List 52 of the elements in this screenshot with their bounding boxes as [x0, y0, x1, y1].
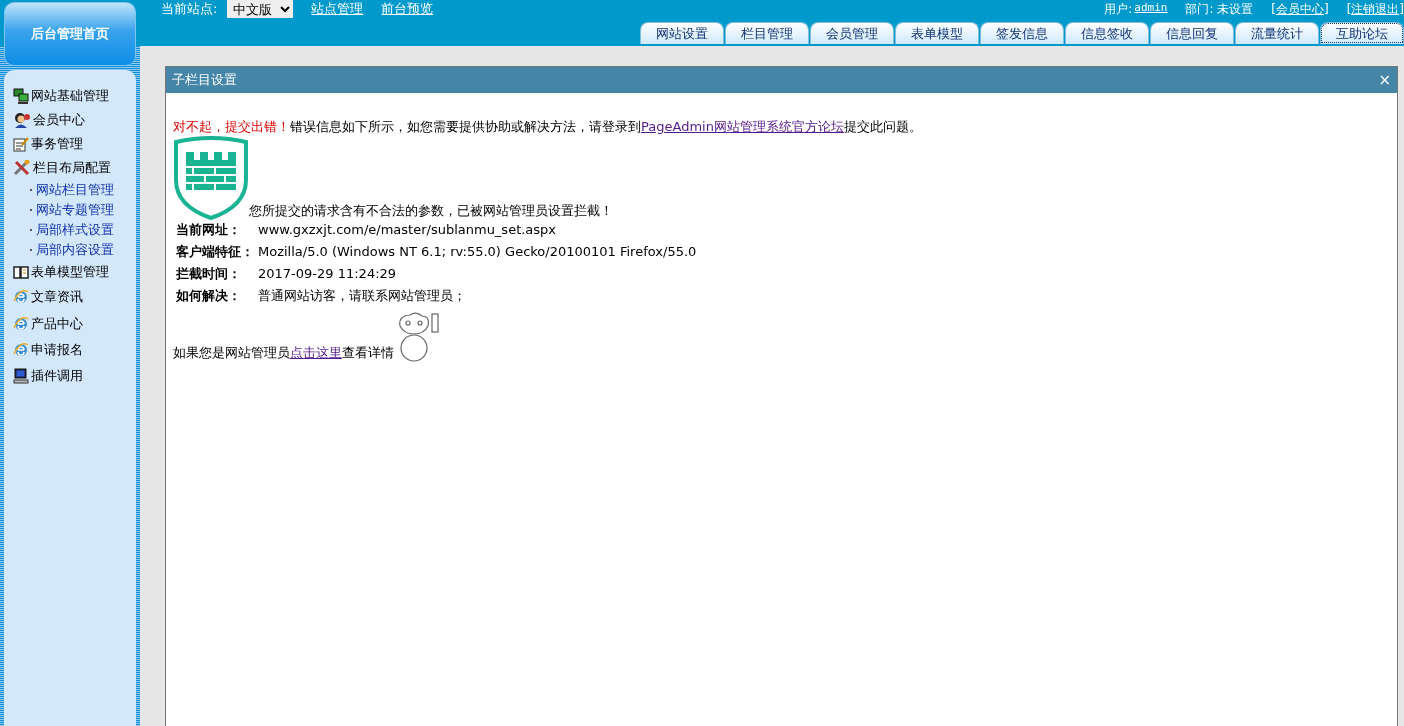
site-label: 当前站点: — [161, 0, 218, 18]
nav-tab[interactable]: 信息回复 — [1150, 22, 1234, 44]
sidebar-subitem[interactable]: 局部内容设置 — [36, 240, 114, 260]
sidebar-subitem[interactable]: 局部样式设置 — [36, 220, 114, 240]
sidebar-item[interactable]: 会员中心 — [13, 108, 136, 132]
details-link[interactable]: 点击这里 — [290, 345, 342, 360]
nav-tab[interactable]: 栏目管理 — [725, 22, 809, 44]
nav-tab[interactable]: 网站设置 — [640, 22, 724, 44]
dialog-title: 子栏目设置 — [172, 71, 238, 89]
field-value: 普通网站访客，请联系网站管理员； — [258, 287, 467, 306]
sidebar-subitem[interactable]: 网站栏目管理 — [36, 180, 114, 200]
nav-tab[interactable]: 表单模型 — [895, 22, 979, 44]
browser-icon — [13, 315, 29, 332]
field-label: 拦截时间： — [176, 263, 258, 286]
nav-tab[interactable]: 互助论坛 — [1320, 22, 1404, 44]
field-value: Mozilla/5.0 (Windows NT 6.1; rv:55.0) Gecko/20100101 Firefox/55.0 — [258, 243, 697, 262]
person-icon — [13, 112, 31, 128]
sidebar-item[interactable]: 网站基础管理 — [13, 84, 136, 108]
browser-icon — [13, 342, 29, 359]
admin-hint: 如果您是网站管理员点击这里查看详情 — [173, 345, 394, 362]
department-text: 部门: 未设置 — [1185, 0, 1254, 18]
tools-icon — [13, 160, 31, 176]
browser-icon — [13, 289, 29, 306]
monitor-icon — [13, 88, 29, 104]
error-heading: 对不起，提交出错！ — [173, 119, 290, 134]
field-label: 如何解决： — [176, 285, 258, 308]
computer-icon — [13, 367, 29, 384]
error-message: 错误信息如下所示，如您需要提供协助或解决方法，请登录到PageAdmin网站管理系统官方论坛提交此问题。 — [290, 119, 922, 134]
sidebar-item[interactable]: 栏目布局配置 — [13, 156, 136, 180]
site-select[interactable]: 中文版 — [227, 0, 294, 18]
shield-icon — [173, 135, 249, 220]
field-value: 2017-09-29 11:24:29 — [258, 265, 398, 284]
sidebar-item[interactable]: 表单模型管理 — [13, 260, 136, 284]
notepad-icon — [13, 136, 29, 152]
field-label: 客户端特征： — [176, 243, 255, 262]
sidebar-item[interactable]: 事务管理 — [13, 132, 136, 156]
sidebar-subitem[interactable]: 网站专题管理 — [36, 200, 114, 220]
book-icon — [13, 264, 29, 280]
field-value: www.gxzxjt.com/e/master/sublanmu_set.aspx — [258, 221, 558, 240]
forum-link[interactable]: PageAdmin网站管理系统官方论坛 — [641, 119, 844, 134]
nav-tab[interactable]: 信息签收 — [1065, 22, 1149, 44]
nav-tab[interactable]: 流量统计 — [1235, 22, 1319, 44]
close-button[interactable]: × — [1378, 71, 1391, 89]
nav-tab[interactable]: 会员管理 — [810, 22, 894, 44]
nav-tab[interactable]: 签发信息 — [980, 22, 1064, 44]
block-notice: 您所提交的请求含有不合法的参数，已被网站管理员设置拦截！ — [249, 203, 613, 220]
sidebar-item[interactable]: 插件调用 — [13, 363, 136, 388]
sidebar-item[interactable]: 申请报名 — [13, 337, 136, 364]
field-label: 当前网址： — [176, 219, 258, 242]
sidebar-item[interactable]: 文章资讯 — [13, 284, 136, 311]
user-label: 用户: admin — [1104, 0, 1168, 18]
sidebar-item[interactable]: 产品中心 — [13, 310, 136, 337]
